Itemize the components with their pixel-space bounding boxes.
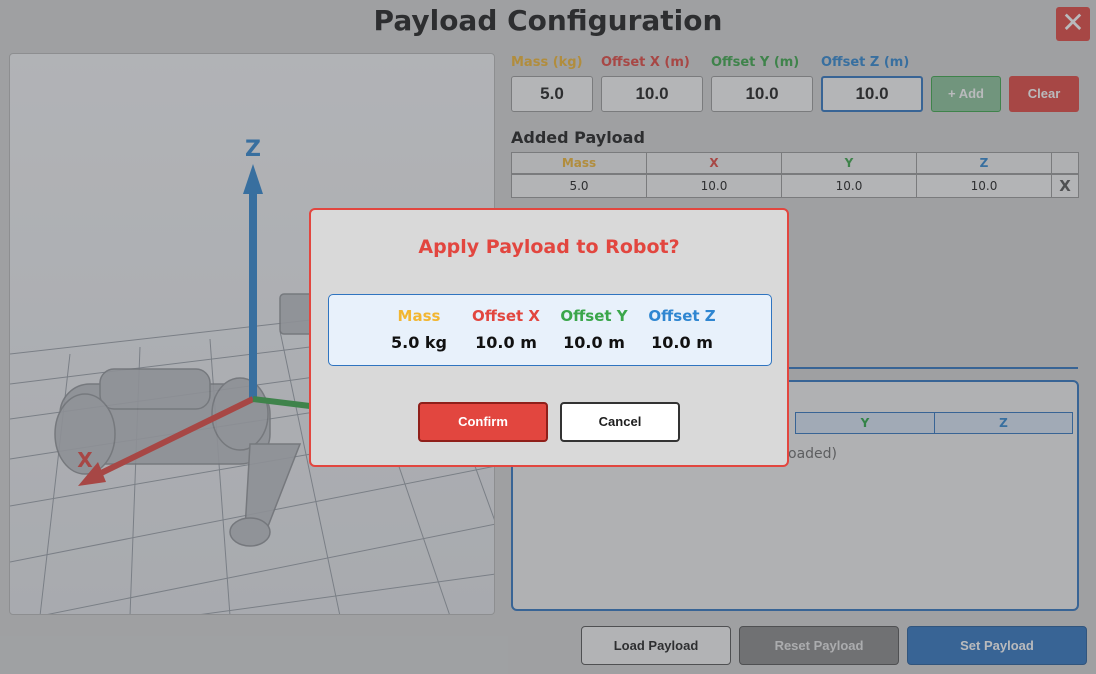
summary-mass-label: Mass — [397, 307, 441, 325]
cancel-button[interactable]: Cancel — [560, 402, 680, 442]
summary-offset-x-label: Offset X — [472, 307, 540, 325]
summary-offset-z: Offset Z 10.0 m — [637, 307, 727, 352]
summary-offset-x: Offset X 10.0 m — [461, 307, 551, 352]
summary-offset-z-value: 10.0 m — [651, 333, 713, 352]
payload-configuration-window: Payload Configuration ✕ Z X Mass (kg) Of… — [0, 0, 1096, 674]
summary-offset-z-label: Offset Z — [648, 307, 716, 325]
summary-mass: Mass 5.0 kg — [374, 307, 464, 352]
summary-offset-y-value: 10.0 m — [563, 333, 625, 352]
apply-payload-dialog: Apply Payload to Robot? Mass 5.0 kg Offs… — [309, 208, 789, 467]
confirm-button[interactable]: Confirm — [418, 402, 548, 442]
summary-offset-y-label: Offset Y — [560, 307, 628, 325]
payload-summary: Mass 5.0 kg Offset X 10.0 m Offset Y 10.… — [328, 294, 772, 366]
summary-mass-value: 5.0 kg — [390, 333, 447, 352]
summary-offset-x-value: 10.0 m — [475, 333, 537, 352]
summary-offset-y: Offset Y 10.0 m — [549, 307, 639, 352]
dialog-title: Apply Payload to Robot? — [418, 236, 680, 258]
